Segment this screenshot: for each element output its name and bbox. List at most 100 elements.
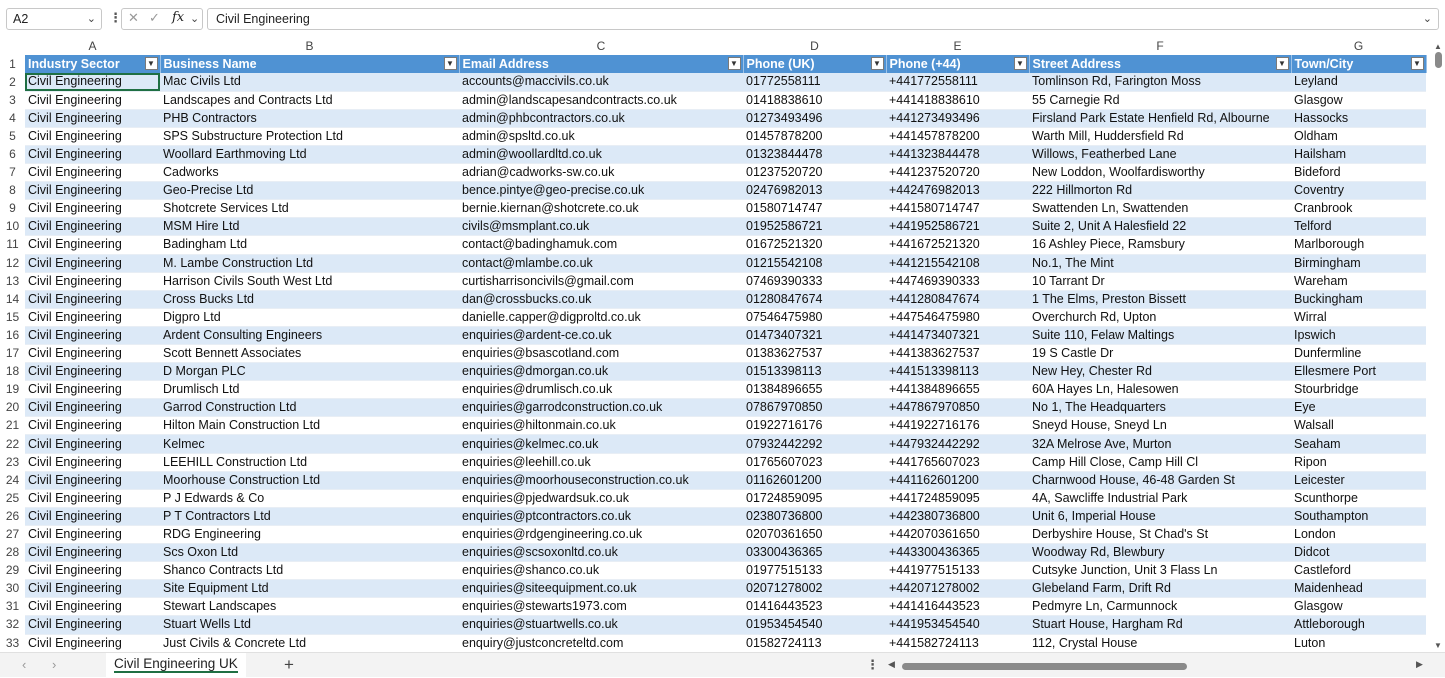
cell-d[interactable]: 01772558111: [743, 73, 886, 92]
cell-e[interactable]: +441765607023: [886, 453, 1029, 472]
cell-e[interactable]: +441237520720: [886, 163, 1029, 183]
cell-d[interactable]: 01977515133: [743, 561, 886, 581]
cell-c[interactable]: accounts@maccivils.co.uk: [459, 73, 743, 92]
cell-g[interactable]: Attleborough: [1291, 615, 1426, 635]
cell-b[interactable]: RDG Engineering: [160, 525, 459, 545]
cell-e[interactable]: +441513398113: [886, 362, 1029, 382]
cell-g[interactable]: Maidenhead: [1291, 579, 1426, 599]
column-header-c[interactable]: C: [459, 38, 743, 55]
cell-f[interactable]: 60A Hayes Ln, Halesowen: [1029, 380, 1291, 400]
formula-input[interactable]: Civil Engineering ⌄: [207, 8, 1439, 30]
cell-e[interactable]: +441383627537: [886, 344, 1029, 364]
chevron-left-icon[interactable]: ‹: [22, 657, 26, 672]
cell-b[interactable]: Just Civils & Concrete Ltd: [160, 634, 459, 652]
cell-e[interactable]: +441273493496: [886, 109, 1029, 128]
cell-a[interactable]: Civil Engineering: [25, 362, 160, 382]
cell-g[interactable]: Leicester: [1291, 471, 1426, 490]
cell-a[interactable]: Civil Engineering: [25, 398, 160, 418]
row-number[interactable]: 22: [0, 434, 25, 454]
cell-f[interactable]: 16 Ashley Piece, Ramsbury: [1029, 235, 1291, 255]
cell-f[interactable]: Warth Mill, Huddersfield Rd: [1029, 127, 1291, 146]
cell-a[interactable]: Civil Engineering: [25, 561, 160, 581]
cell-b[interactable]: Cross Bucks Ltd: [160, 290, 459, 309]
cell-d[interactable]: 02070361650: [743, 525, 886, 545]
cell-g[interactable]: London: [1291, 525, 1426, 545]
row-number[interactable]: 21: [0, 416, 25, 435]
cell-c[interactable]: enquiries@stewarts1973.com: [459, 597, 743, 617]
chevron-down-icon[interactable]: ⌄: [190, 12, 199, 25]
row-number[interactable]: 2: [0, 73, 25, 92]
cell-c[interactable]: bence.pintye@geo-precise.co.uk: [459, 181, 743, 201]
row-number[interactable]: 33: [0, 634, 25, 652]
row-number[interactable]: 25: [0, 489, 25, 508]
cell-c[interactable]: enquiries@shanco.co.uk: [459, 561, 743, 581]
cell-b[interactable]: Geo-Precise Ltd: [160, 181, 459, 201]
header-cell-a[interactable]: Industry Sector ▼: [25, 55, 161, 74]
scroll-right-icon[interactable]: ▶: [1416, 659, 1423, 670]
row-number[interactable]: 26: [0, 507, 25, 526]
row-number[interactable]: 14: [0, 290, 25, 309]
cell-c[interactable]: admin@woollardltd.co.uk: [459, 145, 743, 165]
cell-f[interactable]: Pedmyre Ln, Carmunnock: [1029, 597, 1291, 617]
cell-d[interactable]: 01952586721: [743, 217, 886, 237]
cell-c[interactable]: dan@crossbucks.co.uk: [459, 290, 743, 309]
cell-b[interactable]: PHB Contractors: [160, 109, 459, 128]
cell-f[interactable]: Firsland Park Estate Henfield Rd, Albour…: [1029, 109, 1291, 128]
cell-c[interactable]: curtisharrisoncivils@gmail.com: [459, 272, 743, 291]
cell-c[interactable]: contact@badinghamuk.com: [459, 235, 743, 255]
cell-g[interactable]: Birmingham: [1291, 254, 1426, 273]
cell-d[interactable]: 01513398113: [743, 362, 886, 382]
more-options-icon[interactable]: ⋮: [866, 657, 879, 673]
chevron-down-icon[interactable]: ⌄: [87, 12, 96, 25]
cell-b[interactable]: Scott Bennett Associates: [160, 344, 459, 364]
row-number[interactable]: 29: [0, 561, 25, 580]
cell-g[interactable]: Scunthorpe: [1291, 489, 1426, 508]
cell-f[interactable]: No.1, The Mint: [1029, 254, 1291, 273]
cell-d[interactable]: 01580714747: [743, 199, 886, 219]
row-number[interactable]: 1: [0, 55, 25, 74]
cell-g[interactable]: Ripon: [1291, 453, 1426, 472]
cell-c[interactable]: enquiries@scsoxonltd.co.uk: [459, 543, 743, 563]
cell-d[interactable]: 07546475980: [743, 308, 886, 327]
cell-d[interactable]: 01672521320: [743, 235, 886, 255]
cell-g[interactable]: Cranbrook: [1291, 199, 1426, 219]
cell-e[interactable]: +447546475980: [886, 308, 1029, 327]
cell-g[interactable]: Seaham: [1291, 434, 1426, 454]
cell-e[interactable]: +441323844478: [886, 145, 1029, 165]
cell-c[interactable]: danielle.capper@digproltd.co.uk: [459, 308, 743, 327]
row-number[interactable]: 32: [0, 615, 25, 634]
cell-b[interactable]: Badingham Ltd: [160, 235, 459, 255]
cell-g[interactable]: Oldham: [1291, 127, 1426, 146]
row-number[interactable]: 31: [0, 597, 25, 616]
cell-a[interactable]: Civil Engineering: [25, 453, 160, 472]
cell-e[interactable]: +441580714747: [886, 199, 1029, 219]
cell-d[interactable]: 01724859095: [743, 489, 886, 508]
column-header-d[interactable]: D: [743, 38, 886, 55]
cell-c[interactable]: enquiries@dmorgan.co.uk: [459, 362, 743, 382]
cell-f[interactable]: 10 Tarrant Dr: [1029, 272, 1291, 291]
cell-f[interactable]: 55 Carnegie Rd: [1029, 91, 1291, 110]
cell-a[interactable]: Civil Engineering: [25, 73, 160, 92]
cell-d[interactable]: 01416443523: [743, 597, 886, 617]
cell-b[interactable]: Stuart Wells Ltd: [160, 615, 459, 635]
cell-f[interactable]: Suite 110, Felaw Maltings: [1029, 326, 1291, 346]
scroll-down-icon[interactable]: ▼: [1434, 641, 1442, 650]
function-icon[interactable]: fx: [172, 10, 184, 25]
sheet-tab-civil-engineering-uk[interactable]: Civil Engineering UK: [106, 653, 246, 678]
cell-e[interactable]: +441473407321: [886, 326, 1029, 346]
cell-e[interactable]: +441772558111: [886, 73, 1029, 92]
cell-e[interactable]: +441416443523: [886, 597, 1029, 617]
cell-c[interactable]: enquiries@moorhouseconstruction.co.uk: [459, 471, 743, 490]
cell-a[interactable]: Civil Engineering: [25, 634, 160, 652]
filter-dropdown-icon[interactable]: ▼: [870, 57, 884, 70]
cell-g[interactable]: Stourbridge: [1291, 380, 1426, 400]
cell-b[interactable]: Drumlisch Ltd: [160, 380, 459, 400]
cell-e[interactable]: +441457878200: [886, 127, 1029, 146]
cell-b[interactable]: P J Edwards & Co: [160, 489, 459, 508]
cancel-icon[interactable]: ✕: [128, 10, 139, 26]
cell-a[interactable]: Civil Engineering: [25, 507, 160, 526]
cell-f[interactable]: Camp Hill Close, Camp Hill Cl: [1029, 453, 1291, 472]
cell-a[interactable]: Civil Engineering: [25, 199, 160, 219]
cell-f[interactable]: 1 The Elms, Preston Bissett: [1029, 290, 1291, 309]
cell-d[interactable]: 01215542108: [743, 254, 886, 273]
